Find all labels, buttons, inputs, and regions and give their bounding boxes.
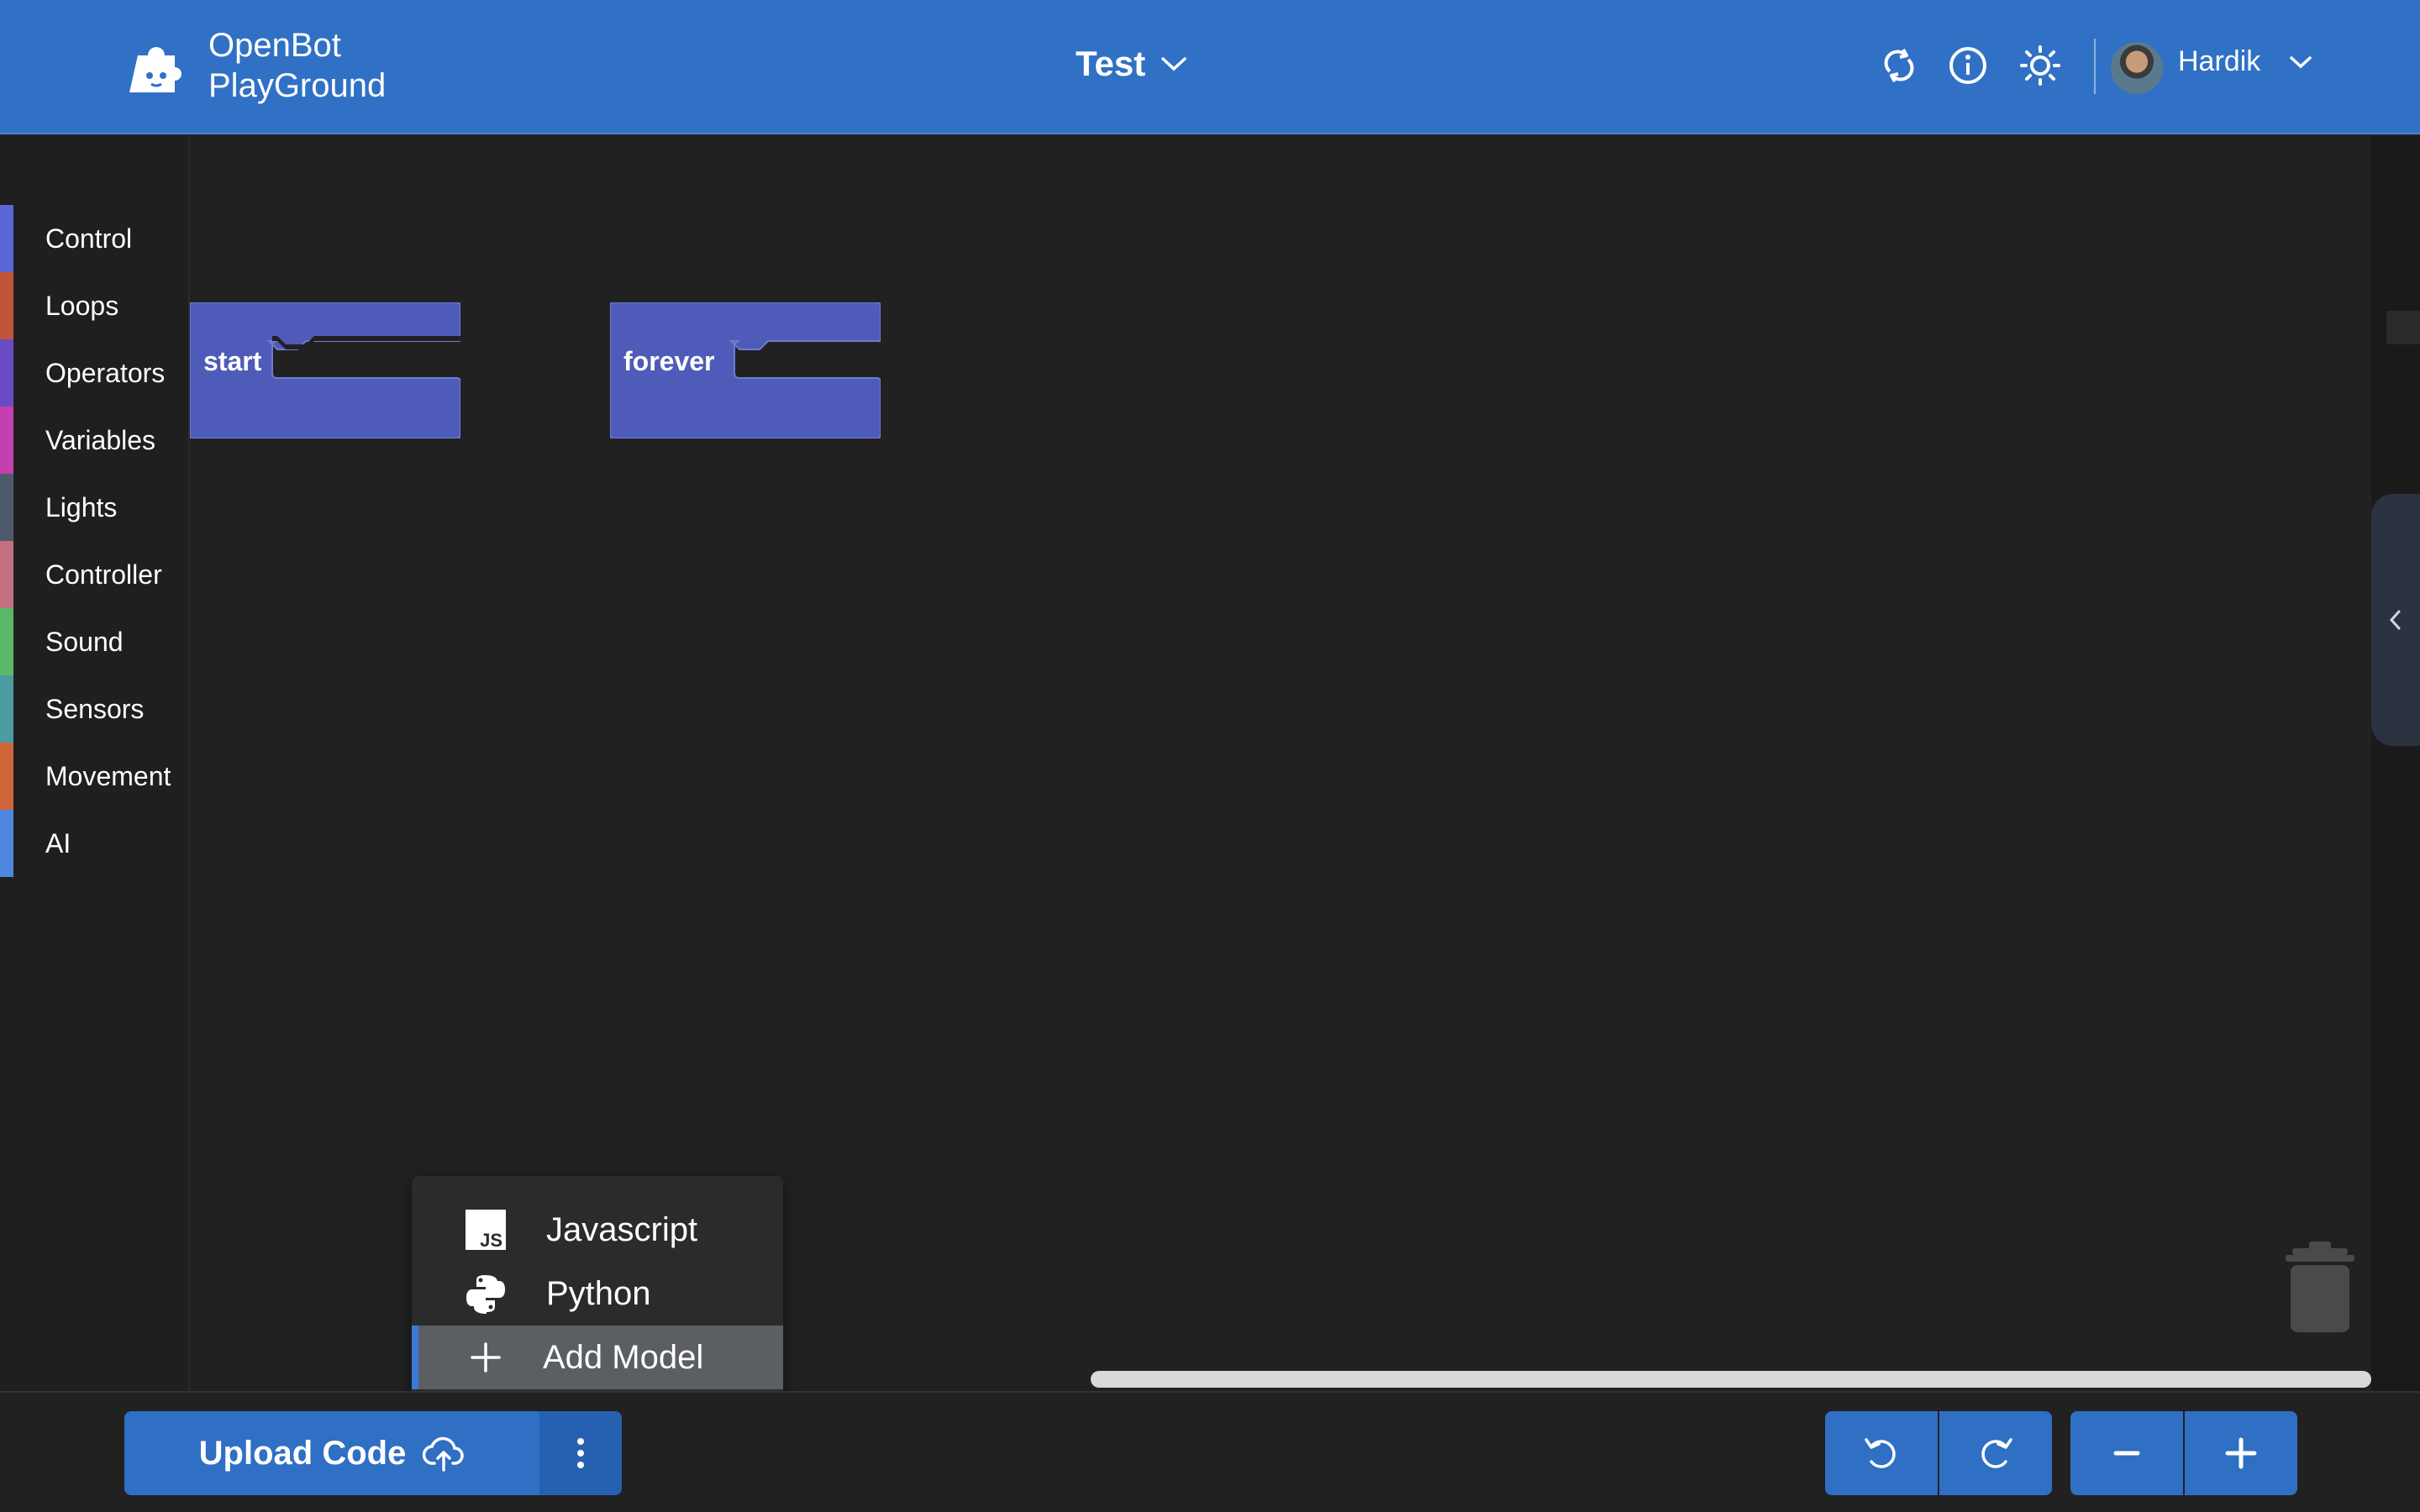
menu-item-python[interactable]: Python bbox=[412, 1262, 783, 1326]
horizontal-scrollbar[interactable] bbox=[1091, 1371, 2371, 1388]
category-variables[interactable]: Variables bbox=[0, 407, 188, 474]
category-label: Loops bbox=[45, 290, 119, 321]
zoom-in-icon bbox=[2225, 1437, 2257, 1469]
category-ai[interactable]: AI bbox=[0, 810, 188, 877]
zoom-out-button[interactable] bbox=[2070, 1411, 2183, 1495]
category-color-bar bbox=[0, 272, 13, 339]
start-block[interactable]: start bbox=[189, 302, 461, 439]
category-label: Variables bbox=[45, 424, 156, 455]
javascript-icon: JS bbox=[466, 1210, 506, 1250]
category-color-bar bbox=[0, 541, 13, 608]
brightness-icon bbox=[2020, 45, 2060, 86]
more-options-button[interactable] bbox=[539, 1411, 622, 1495]
category-label: Control bbox=[45, 223, 133, 254]
project-name: Test bbox=[1076, 44, 1146, 83]
category-controller[interactable]: Controller bbox=[0, 541, 188, 608]
header-divider bbox=[2094, 39, 2096, 94]
openbot-logo-icon bbox=[129, 47, 182, 92]
python-icon bbox=[466, 1273, 506, 1314]
block-label: forever bbox=[623, 346, 715, 376]
category-color-bar bbox=[0, 608, 13, 675]
sync-icon bbox=[1884, 49, 1914, 82]
upload-options-menu: JS Javascript Python Add Model bbox=[412, 1176, 783, 1413]
zoom-out-icon bbox=[2113, 1451, 2140, 1456]
user-menu[interactable]: Hardik bbox=[2178, 45, 2312, 78]
category-control[interactable]: Control bbox=[0, 205, 188, 272]
undo-button[interactable] bbox=[1825, 1411, 1938, 1495]
category-color-bar bbox=[0, 407, 13, 474]
category-color-bar bbox=[0, 743, 13, 810]
chevron-left-icon bbox=[2389, 610, 2401, 630]
toolbox-sidebar: Control Loops Operators Variables Lights… bbox=[0, 136, 190, 1391]
plus-icon bbox=[466, 1337, 506, 1378]
info-button[interactable] bbox=[1944, 42, 1991, 89]
category-operators[interactable]: Operators bbox=[0, 339, 188, 407]
category-sound[interactable]: Sound bbox=[0, 608, 188, 675]
more-vertical-icon bbox=[577, 1438, 584, 1468]
category-label: Movement bbox=[45, 760, 171, 791]
brand-line1: OpenBot bbox=[208, 27, 341, 64]
category-label: Sensors bbox=[45, 693, 145, 724]
zoom-in-button[interactable] bbox=[2185, 1411, 2297, 1495]
theme-toggle-button[interactable] bbox=[2017, 42, 2064, 89]
avatar[interactable] bbox=[2111, 42, 2163, 94]
category-label: AI bbox=[45, 827, 71, 858]
forever-block[interactable]: forever bbox=[609, 302, 881, 439]
category-label: Sound bbox=[45, 626, 124, 657]
svg-text:JS: JS bbox=[480, 1230, 502, 1250]
menu-item-javascript[interactable]: JS Javascript bbox=[412, 1198, 783, 1262]
chevron-down-icon bbox=[1161, 57, 1186, 71]
category-label: Lights bbox=[45, 491, 118, 522]
category-loops[interactable]: Loops bbox=[0, 272, 188, 339]
upload-code-label: Upload Code bbox=[198, 1434, 407, 1472]
upload-code-button[interactable]: Upload Code bbox=[124, 1411, 539, 1495]
category-color-bar bbox=[0, 810, 13, 877]
category-label: Controller bbox=[45, 559, 162, 590]
brand-title: OpenBot PlayGround bbox=[208, 25, 386, 106]
category-color-bar bbox=[0, 474, 13, 541]
info-icon bbox=[1949, 47, 1986, 84]
brand-line2: PlayGround bbox=[208, 67, 387, 104]
right-scroll-marker bbox=[2386, 311, 2420, 344]
block-label: start bbox=[203, 346, 262, 376]
menu-item-add-model[interactable]: Add Model bbox=[412, 1326, 783, 1389]
category-lights[interactable]: Lights bbox=[0, 474, 188, 541]
redo-icon bbox=[1981, 1438, 2012, 1468]
menu-item-label: Add Model bbox=[543, 1338, 704, 1376]
menu-item-label: Javascript bbox=[546, 1210, 698, 1248]
category-color-bar bbox=[0, 339, 13, 407]
redo-button[interactable] bbox=[1939, 1411, 2052, 1495]
category-color-bar bbox=[0, 675, 13, 743]
undo-icon bbox=[1865, 1438, 1896, 1468]
category-movement[interactable]: Movement bbox=[0, 743, 188, 810]
sync-button[interactable] bbox=[1876, 42, 1923, 89]
right-panel-toggle[interactable] bbox=[2371, 494, 2420, 746]
category-color-bar bbox=[0, 205, 13, 272]
trash-icon[interactable] bbox=[2282, 1242, 2358, 1334]
category-sensors[interactable]: Sensors bbox=[0, 675, 188, 743]
category-label: Operators bbox=[45, 357, 166, 388]
user-name: Hardik bbox=[2178, 45, 2261, 77]
app-header: OpenBot PlayGround Test Hardik bbox=[0, 0, 2420, 134]
chevron-down-icon bbox=[2290, 55, 2312, 68]
menu-item-label: Python bbox=[546, 1274, 651, 1312]
project-selector[interactable]: Test bbox=[1076, 44, 1187, 84]
cloud-upload-icon bbox=[423, 1436, 465, 1472]
